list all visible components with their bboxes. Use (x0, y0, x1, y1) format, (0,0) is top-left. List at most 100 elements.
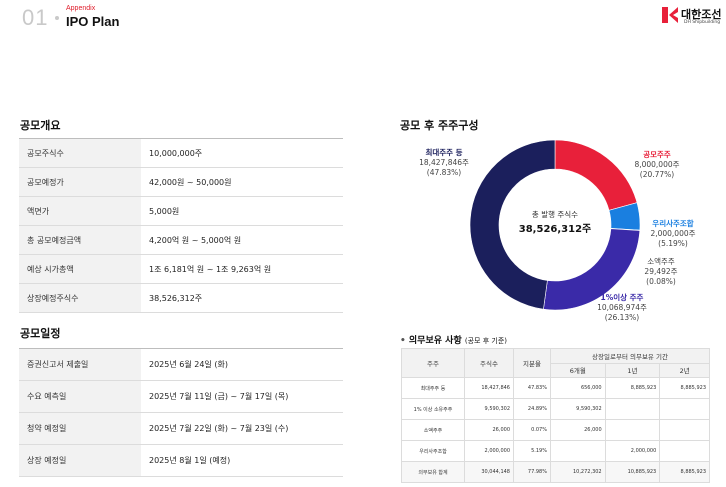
cell-6m: 656,000 (550, 377, 606, 399)
cell-holder: 소액주주 (401, 419, 465, 441)
offering-title: 공모개요 (20, 119, 61, 132)
shareholding-title: 공모 후 주주구성 (400, 119, 479, 132)
schedule-table: 증권신고서 제출일 2025년 6월 24일 (화) 수요 예측일 2025년 7월… (19, 349, 343, 477)
label-minority: 소액주주 29,492주 (0.08%) (636, 257, 686, 287)
slice-shares: 8,000,000주 (634, 160, 680, 169)
table-row: 상장 예정일 2025년 8월 1일 (예정) (19, 444, 343, 477)
table-row: 최대주주 등 18,427,846 47.83% 656,000 8,885,9… (401, 377, 710, 399)
row-value: 2025년 6월 24일 (화) (141, 349, 343, 381)
center-label: 총 발행 주식수 (531, 210, 579, 219)
cell-ratio: 5.19% (513, 440, 551, 462)
table-row: 증권신고서 제출일 2025년 6월 24일 (화) (19, 349, 343, 381)
row-label: 증권신고서 제출일 (19, 349, 141, 381)
header-2y: 2년 (659, 362, 710, 378)
row-label: 예상 시가총액 (19, 254, 141, 284)
table-header-row: 주주 주식수 지분율 상장일로부터 의무보유 기간 (401, 348, 710, 378)
row-value: 10,000,000주 (141, 139, 343, 168)
table-row: 소액주주 26,000 0.07% 26,000 (401, 419, 710, 441)
slice-shares: 29,492주 (644, 267, 678, 276)
slice-pct: (20.77%) (639, 170, 675, 179)
cell-ratio: 77.98% (513, 461, 551, 483)
row-value: 5,000원 (141, 196, 343, 226)
slice-name: 최대주주 등 (425, 148, 463, 157)
cell-6m (550, 440, 606, 462)
cell-1y (604, 398, 661, 420)
slice-pct: (26.13%) (604, 313, 640, 322)
row-label: 상장 예정일 (19, 444, 141, 477)
header-ratio: 지분율 (513, 348, 551, 378)
slice-name: 공모주주 (643, 150, 671, 159)
row-label: 총 공모예정금액 (19, 225, 141, 255)
cell-ratio: 24.89% (513, 398, 551, 420)
slice-shares: 2,000,000주 (650, 229, 696, 238)
cell-holder: 우리사주조합 (401, 440, 465, 462)
logo-subtext: DH Shipbuilding (684, 20, 721, 25)
lockup-title: • 의무보유 사항 (공모 후 기준) (400, 333, 507, 346)
lockup-subtitle: (공모 후 기준) (464, 337, 507, 345)
row-value: 2025년 7월 11일 (금) ~ 7월 17일 (목) (141, 380, 343, 413)
cell-shares: 9,590,302 (464, 398, 514, 420)
table-row: 공모주식수 10,000,000주 (19, 139, 343, 168)
lockup-table: 주주 주식수 지분율 상장일로부터 의무보유 기간 6개월 1년 2년 최대주주… (401, 348, 710, 483)
offering-table: 공모주식수 10,000,000주 공모예정가 42,000원 ~ 50,000원 … (19, 139, 343, 313)
header-1y: 1년 (604, 362, 661, 378)
row-value: 1조 6,181억 원 ~ 1조 9,263억 원 (141, 254, 343, 284)
cell-6m: 26,000 (550, 419, 606, 441)
header-shares: 주식수 (464, 348, 514, 378)
row-value: 2025년 8월 1일 (예정) (141, 444, 343, 477)
cell-1y: 2,000,000 (604, 440, 661, 462)
cell-1y: 10,885,923 (604, 461, 661, 483)
cell-2y (659, 419, 710, 441)
company-logo-icon (662, 7, 678, 23)
table-row: 우리사주조합 2,000,000 5.19% 2,000,000 (401, 440, 710, 462)
cell-2y: 8,885,923 (659, 377, 710, 399)
row-value: 38,526,312주 (141, 283, 343, 313)
table-row: 수요 예측일 2025년 7월 11일 (금) ~ 7월 17일 (목) (19, 380, 343, 413)
row-label: 수요 예측일 (19, 380, 141, 413)
cell-shares: 26,000 (464, 419, 514, 441)
table-row: 공모예정가 42,000원 ~ 50,000원 (19, 167, 343, 197)
row-value: 2025년 7월 22일 (화) ~ 7월 23일 (수) (141, 412, 343, 445)
slice-shares: 18,427,846주 (419, 158, 469, 167)
lockup-title-text: 의무보유 사항 (408, 336, 462, 346)
cell-2y: 8,885,923 (659, 461, 710, 483)
table-row: 총 공모예정금액 4,200억 원 ~ 5,000억 원 (19, 225, 343, 255)
header-period: 상장일로부터 의무보유 기간 (550, 348, 710, 364)
table-row: 1% 이상 소유주주 9,590,302 24.89% 9,590,302 (401, 398, 710, 420)
cell-shares: 2,000,000 (464, 440, 514, 462)
cell-shares: 18,427,846 (464, 377, 514, 399)
page-number: 01 (22, 5, 49, 30)
slice-pct: (47.83%) (426, 168, 462, 177)
cell-ratio: 47.83% (513, 377, 551, 399)
donut-center: 총 발행 주식수 38,526,312주 (510, 209, 600, 235)
cell-ratio: 0.07% (513, 419, 551, 441)
cell-6m: 9,590,302 (550, 398, 606, 420)
slice-shares: 10,068,974주 (597, 303, 647, 312)
table-row: 상장예정주식수 38,526,312주 (19, 283, 343, 313)
page-title: IPO Plan (66, 14, 120, 29)
row-label: 청약 예정일 (19, 412, 141, 445)
section-label: Appendix (66, 5, 96, 12)
row-value: 4,200억 원 ~ 5,000억 원 (141, 225, 343, 255)
slice-name: 소액주주 (647, 257, 675, 266)
table-row: 액면가 5,000원 (19, 196, 343, 226)
cell-2y (659, 398, 710, 420)
table-total-row: 의무보유 합계 30,044,148 77.98% 10,272,302 10,… (401, 461, 710, 483)
cell-6m: 10,272,302 (550, 461, 606, 483)
schedule-title: 공모일정 (20, 327, 61, 340)
label-largest: 최대주주 등 18,427,846주 (47.83%) (404, 148, 484, 178)
label-over1: 1%이상 주주 10,068,974주 (26.13%) (587, 293, 657, 323)
label-esop: 우리사주조합 2,000,000주 (5.19%) (642, 219, 704, 249)
slice-pct: (5.19%) (658, 239, 688, 248)
cell-1y: 8,885,923 (604, 377, 661, 399)
cell-holder: 의무보유 합계 (401, 461, 465, 483)
slice-name: 1%이상 주주 (600, 293, 644, 302)
header-holder: 주주 (401, 348, 465, 378)
table-row: 예상 시가총액 1조 6,181억 원 ~ 1조 9,263억 원 (19, 254, 343, 284)
row-label: 공모주식수 (19, 139, 141, 168)
cell-holder: 1% 이상 소유주주 (401, 398, 465, 420)
header-6m: 6개월 (550, 362, 606, 378)
page-number-dot (55, 16, 59, 20)
cell-shares: 30,044,148 (464, 461, 514, 483)
row-label: 공모예정가 (19, 167, 141, 197)
